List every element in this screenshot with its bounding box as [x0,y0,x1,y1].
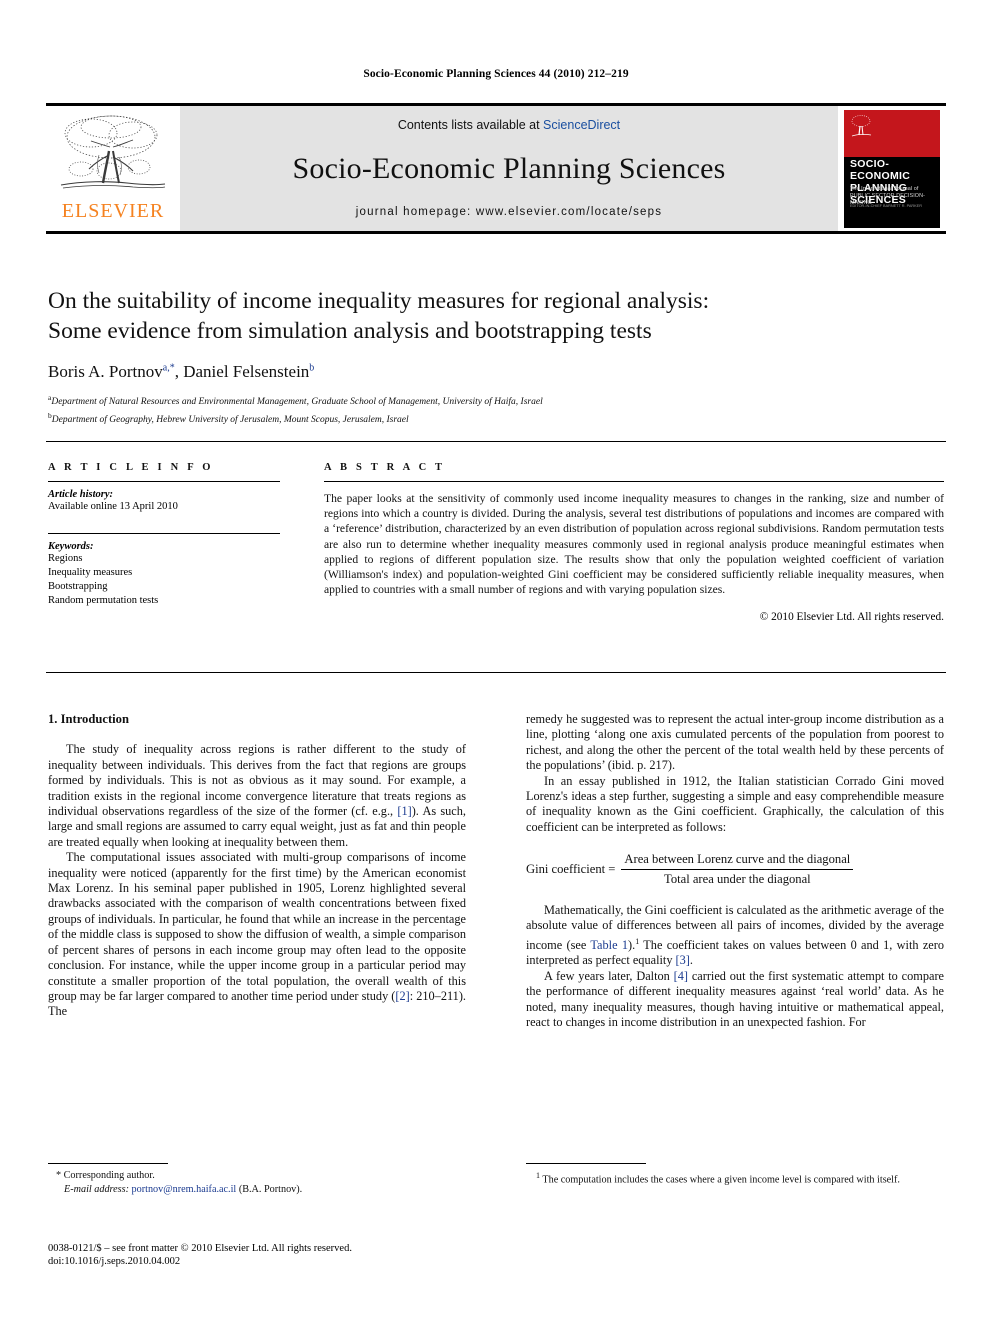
journal-cover-thumbnail: SOCIO-ECONOMIC PLANNING SCIENCES The Int… [838,106,946,231]
cover-title-line1: SOCIO-ECONOMIC [850,157,911,182]
keyword-item: Inequality measures [48,567,133,578]
author-1-name: Boris A. Portnov [48,362,163,381]
imprint-block: 0038-0121/$ – see front matter © 2010 El… [48,1242,478,1269]
footnote-left: * Corresponding author. E-mail address: … [48,1163,466,1196]
footnote-number: 1 [536,1171,540,1180]
author-2-name: Daniel Felsenstein [183,362,310,381]
keyword-item: Bootstrapping [48,581,108,592]
abstract-heading: A B S T R A C T [324,462,446,473]
paragraph-text: The computational issues associated with… [48,850,466,1003]
email-note: E-mail address: portnov@nrem.haifa.ac.il… [48,1183,466,1197]
citation-link[interactable]: [3] [676,953,690,967]
elsevier-tree-icon [60,115,166,189]
email-tail: (B.A. Portnov). [236,1183,303,1195]
keyword-item: Regions [48,553,83,564]
cover-elsevier-tree-icon [851,114,872,136]
cover-editors: EDITOR-IN-CHIEF BARNETT R. PARKER [850,203,922,208]
body-column-right: remedy he suggested was to represent the… [526,712,944,1030]
footnote-text: The computation includes the cases where… [542,1174,900,1186]
article-info-rule [48,481,280,482]
paragraph: In an essay published in 1912, the Itali… [526,773,944,834]
doi-line: doi:10.1016/j.seps.2010.04.002 [48,1256,181,1268]
section-heading-introduction: 1. Introduction [48,712,129,726]
title-block: On the suitability of income inequality … [48,286,944,427]
paragraph: The computational issues associated with… [48,850,466,1019]
article-title-line2: Some evidence from simulation analysis a… [48,318,652,344]
running-head: Socio-Economic Planning Sciences 44 (201… [363,68,629,80]
gini-coefficient-formula: Gini coefficient = Area between Lorenz c… [526,852,944,887]
contents-available-line: Contents lists available at ScienceDirec… [398,118,620,132]
issn-line: 0038-0121/$ – see front matter © 2010 El… [48,1243,352,1254]
author-1-affiliation-marker[interactable]: a,* [163,362,175,373]
abstract-text: The paper looks at the sensitivity of co… [324,492,944,597]
affiliation-a: aDepartment of Natural Resources and Env… [48,391,944,409]
article-info-heading: A R T I C L E I N F O [48,462,214,473]
paragraph: A few years later, Dalton [4] carried ou… [526,969,944,1031]
elsevier-logo: ELSEVIER [46,106,180,231]
body-column-left: 1. Introduction The study of inequality … [48,712,466,1020]
elsevier-wordmark: ELSEVIER [61,200,165,222]
keywords-label: Keywords: [48,541,94,552]
formula-fraction: Area between Lorenz curve and the diagon… [621,852,854,887]
author-list: Boris A. Portnova,*, Daniel Felsensteinb [48,362,944,382]
info-divider-bottom [46,672,946,673]
footnote-rule [48,1163,168,1164]
formula-left-side: Gini coefficient = [526,861,616,876]
formula-numerator: Area between Lorenz curve and the diagon… [621,852,854,870]
formula-denominator: Total area under the diagonal [664,871,811,886]
citation-link[interactable]: [1] [397,804,411,818]
abstract-rule [324,481,944,482]
affiliations: aDepartment of Natural Resources and Env… [48,391,944,427]
article-history-label: Article history: [48,489,114,500]
journal-homepage[interactable]: journal homepage: www.elsevier.com/locat… [356,206,662,218]
masthead-center: Contents lists available at ScienceDirec… [180,106,838,231]
table-link[interactable]: Table 1 [590,938,628,952]
email-label: E-mail address: [64,1183,129,1195]
citation-link[interactable]: [2] [395,989,409,1003]
journal-masthead: ELSEVIER Contents lists available at Sci… [46,103,946,234]
contents-prefix: Contents lists available at [397,118,544,132]
info-divider-top [46,441,946,442]
paragraph-text: A few years later, Dalton [544,968,674,983]
keywords-rule [48,533,280,534]
author-2-affiliation-marker[interactable]: b [309,362,314,373]
journal-title: Socio-Economic Planning Sciences [292,152,726,185]
email-link[interactable]: portnov@nrem.haifa.ac.il [132,1184,237,1195]
footnote-1: 1 The computation includes the cases whe… [526,1169,944,1187]
affiliation-b: bDepartment of Geography, Hebrew Univers… [48,409,944,427]
author-separator: , [174,362,184,381]
citation-link[interactable]: [4] [674,969,688,983]
article-title-line1: On the suitability of income inequality … [48,288,710,314]
paragraph: remedy he suggested was to represent the… [526,712,944,773]
paragraph-text: . [689,953,693,968]
footnote-rule [526,1163,646,1164]
affiliation-b-text: Department of Geography, Hebrew Universi… [51,415,409,426]
page-title: On the suitability of income inequality … [48,286,944,346]
affiliation-a-text: Department of Natural Resources and Envi… [51,397,543,408]
corresponding-author-note: * Corresponding author. [56,1170,155,1181]
sciencedirect-link[interactable]: ScienceDirect [543,118,620,132]
footnote-right: 1 The computation includes the cases whe… [526,1163,944,1187]
article-page: Socio-Economic Planning Sciences 44 (201… [0,0,992,1323]
article-info-column: A R T I C L E I N F O Article history: A… [48,462,280,608]
article-history-value: Available online 13 April 2010 [48,501,178,512]
copyright-line: © 2010 Elsevier Ltd. All rights reserved… [759,611,944,624]
keyword-item: Random permutation tests [48,595,159,606]
paragraph: The study of inequality across regions i… [48,742,466,850]
abstract-column: A B S T R A C T The paper looks at the s… [324,462,944,623]
paragraph: Mathematically, the Gini coefficient is … [526,903,944,969]
